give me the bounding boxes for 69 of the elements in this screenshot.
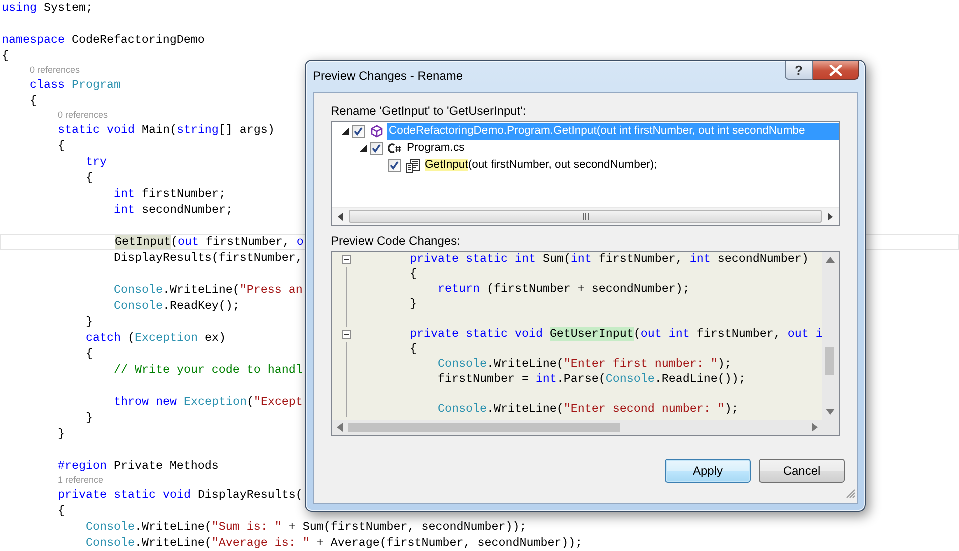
scroll-left-icon[interactable]: [337, 423, 343, 432]
horizontal-scrollbar[interactable]: [332, 420, 839, 435]
close-button[interactable]: [813, 61, 859, 80]
expander-icon[interactable]: [342, 128, 348, 135]
code-line: {: [410, 267, 417, 282]
preview-label: Preview Code Changes:: [331, 234, 460, 248]
code-line: int secondNumber;: [114, 202, 233, 218]
scroll-right-icon[interactable]: [828, 212, 833, 220]
scroll-up-icon[interactable]: [826, 257, 835, 263]
code-line: {: [2, 48, 9, 64]
scroll-left-icon[interactable]: [338, 212, 343, 220]
help-button[interactable]: ?: [785, 61, 813, 80]
vertical-scrollbar[interactable]: [822, 252, 839, 420]
tree-item[interactable]: GetInput(out firstNumber, out secondNumber);: [423, 157, 660, 174]
checkbox[interactable]: [370, 142, 383, 155]
code-line: private static int Sum(int firstNumber, int secondNumber): [410, 252, 809, 267]
rename-label: Rename 'GetInput' to 'GetUserInput':: [331, 104, 526, 118]
code-line: Console.WriteLine("Sum is: " + Sum(firstNumber, secondNumber));: [86, 519, 527, 535]
scroll-right-icon[interactable]: [812, 423, 818, 432]
code-line: }: [86, 314, 93, 330]
code-line: {: [58, 503, 65, 519]
horizontal-scrollbar[interactable]: [332, 207, 839, 225]
code-line: Console.WriteLine("Enter first number: ");: [438, 357, 732, 372]
dialog-button[interactable]: Apply: [665, 459, 751, 483]
scrollbar-thumb[interactable]: [348, 423, 620, 432]
document-icon: [405, 158, 421, 174]
tree-item[interactable]: Program.cs: [405, 140, 467, 157]
code-line: }: [86, 410, 93, 426]
code-line: return (firstNumber + secondNumber);: [438, 282, 690, 297]
code-line: int firstNumber;: [114, 186, 226, 202]
code-line: }: [58, 426, 65, 442]
code-line: Console.WriteLine("Average is: " + Average(firstNumber, secondNumber));: [86, 535, 583, 551]
code-line: Console.WriteLine("Enter second number: ");: [438, 402, 739, 417]
code-line: {: [410, 342, 417, 357]
code-line: }: [410, 297, 417, 312]
code-line: #region Private Methods: [58, 458, 219, 474]
code-line: namespace CodeRefactoringDemo: [2, 32, 205, 48]
code-line: class Program: [30, 77, 121, 93]
close-icon: [828, 64, 842, 76]
collapse-icon[interactable]: [342, 330, 351, 339]
code-line: static void Main(string[] args): [58, 122, 275, 138]
code-line: // Write your code to handl: [114, 362, 303, 378]
code-line: try: [86, 154, 107, 170]
code-line: using System;: [2, 0, 93, 16]
code-line: Console.WriteLine("Press an: [114, 282, 303, 298]
code-line: DisplayResults(firstNumber,: [114, 250, 303, 266]
code-line: {: [58, 138, 65, 154]
code-line: GetInput(out firstNumber, o: [115, 235, 304, 249]
code-line: {: [86, 170, 93, 186]
cube-icon: [371, 125, 383, 138]
scroll-down-icon[interactable]: [826, 409, 835, 415]
code-line: {: [30, 93, 37, 109]
code-line: catch (Exception ex): [86, 330, 226, 346]
expander-icon[interactable]: [360, 145, 366, 152]
code-line: private static void DisplayResults(: [58, 487, 303, 503]
scrollbar-thumb[interactable]: [825, 347, 834, 375]
checkbox[interactable]: [352, 125, 365, 138]
checkbox[interactable]: [388, 159, 401, 172]
code-line: Console.ReadKey();: [114, 298, 240, 314]
code-line: {: [86, 346, 93, 362]
code-line: private static void GetUserInput(out int firstNumber, out i: [410, 327, 822, 342]
grip-icon: [582, 213, 590, 220]
dialog-button[interactable]: Cancel: [759, 459, 845, 483]
collapse-icon[interactable]: [342, 255, 351, 264]
resize-grip-icon[interactable]: [845, 488, 856, 499]
csharp-file-icon: [388, 143, 402, 154]
code-line: throw new Exception("Except: [114, 394, 303, 410]
window-title: Preview Changes - Rename: [313, 69, 464, 83]
code-line: firstNumber = int.Parse(Console.ReadLine());: [438, 372, 746, 387]
